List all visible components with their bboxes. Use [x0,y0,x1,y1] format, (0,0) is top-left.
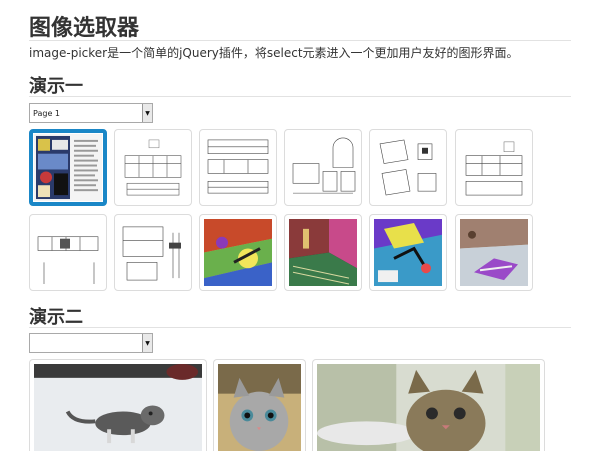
title-divider [29,40,571,41]
thumbnail-8[interactable] [114,214,192,291]
thumbnail-12[interactable] [455,214,533,291]
thumbnail-1[interactable] [29,129,107,206]
chevron-down-icon[interactable]: ▼ [142,334,152,352]
thumbnail-9[interactable] [199,214,277,291]
thumbnail-2[interactable] [114,129,192,206]
page-title: 图像选取器 [29,16,140,41]
chevron-down-icon[interactable]: ▼ [142,104,152,122]
thumbnail-5[interactable] [369,129,447,206]
demo2-heading: 演示二 [29,307,83,328]
demo1-select-value: Page 1 [33,108,60,118]
demo1-select[interactable]: Page 1 ▼ [29,103,153,123]
thumbnail-7[interactable] [29,214,107,291]
demo2-select[interactable]: ▼ [29,333,153,353]
thumbnail-4[interactable] [284,129,362,206]
demo2-divider [29,327,571,328]
intro-text: image-picker是一个简单的jQuery插件，将select元素进入一个… [29,46,519,60]
photo-kitten-snow[interactable] [29,359,207,451]
photo-kitten-face[interactable] [213,359,306,451]
thumbnail-3[interactable] [199,129,277,206]
thumbnail-6[interactable] [455,129,533,206]
thumbnail-10[interactable] [284,214,362,291]
photo-kitten-close[interactable] [312,359,545,451]
demo1-heading: 演示一 [29,76,83,97]
demo1-divider [29,96,571,97]
thumbnail-11[interactable] [369,214,447,291]
